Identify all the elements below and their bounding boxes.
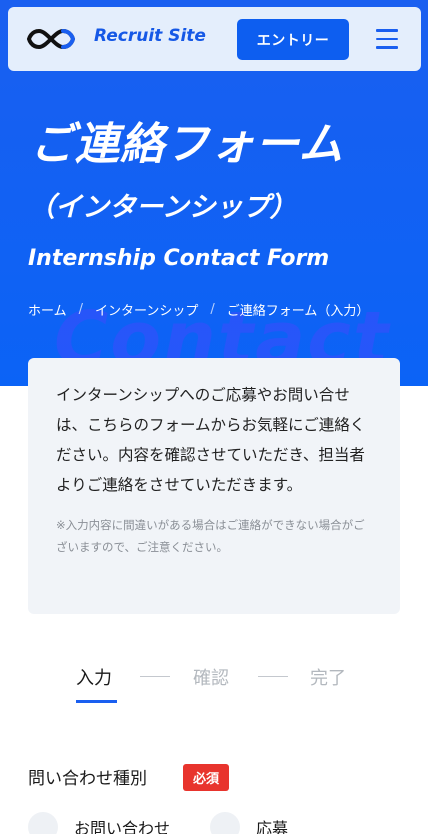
site-header: Recruit Site エントリー xyxy=(8,7,421,71)
breadcrumb-separator: / xyxy=(210,302,215,317)
hamburger-menu-icon[interactable] xyxy=(376,29,398,49)
entry-button[interactable]: エントリー xyxy=(237,19,349,60)
infinity-logo-icon[interactable] xyxy=(26,27,76,51)
radio-option-apply[interactable]: 応募 xyxy=(210,812,288,834)
step-complete: 完了 xyxy=(310,668,346,689)
inquiry-type-label: 問い合わせ種別 xyxy=(28,769,147,789)
breadcrumb-internship[interactable]: インターンシップ xyxy=(95,300,198,319)
form-steps: 入力 確認 完了 xyxy=(76,660,366,704)
radio-button[interactable] xyxy=(28,812,58,834)
required-badge: 必須 xyxy=(183,764,229,791)
page-title-english: Internship Contact Form xyxy=(28,246,330,271)
site-name[interactable]: Recruit Site xyxy=(94,26,206,46)
page-title: ご連絡フォーム xyxy=(30,119,344,170)
intro-note: ※入力内容に間違いがある場合はご連絡ができない場合がございますので、ご注意くださ… xyxy=(56,518,365,554)
breadcrumb-home[interactable]: ホーム xyxy=(28,300,67,319)
step-connector xyxy=(140,676,170,677)
step-active-indicator xyxy=(76,700,117,703)
step-connector xyxy=(258,676,288,677)
intro-text: インターンシップへのご応募やお問い合せは、こちらのフォームからお気軽にご連絡くだ… xyxy=(56,386,366,494)
radio-option-inquiry[interactable]: お問い合わせ xyxy=(28,812,170,834)
radio-label[interactable]: 応募 xyxy=(256,815,288,834)
page-subtitle: （インターンシップ） xyxy=(28,192,297,223)
radio-label[interactable]: お問い合わせ xyxy=(74,815,170,834)
breadcrumb-separator: / xyxy=(78,302,84,317)
radio-button[interactable] xyxy=(210,812,240,834)
breadcrumb-current: ご連絡フォーム（入力） xyxy=(226,304,370,319)
step-input: 入力 xyxy=(76,668,112,689)
intro-card: インターンシップへのご応募やお問い合せは、こちらのフォームからお気軽にご連絡くだ… xyxy=(28,358,400,614)
breadcrumb: ホーム / インターンシップ / ご連絡フォーム（入力） xyxy=(28,300,369,319)
step-confirm: 確認 xyxy=(193,668,229,689)
